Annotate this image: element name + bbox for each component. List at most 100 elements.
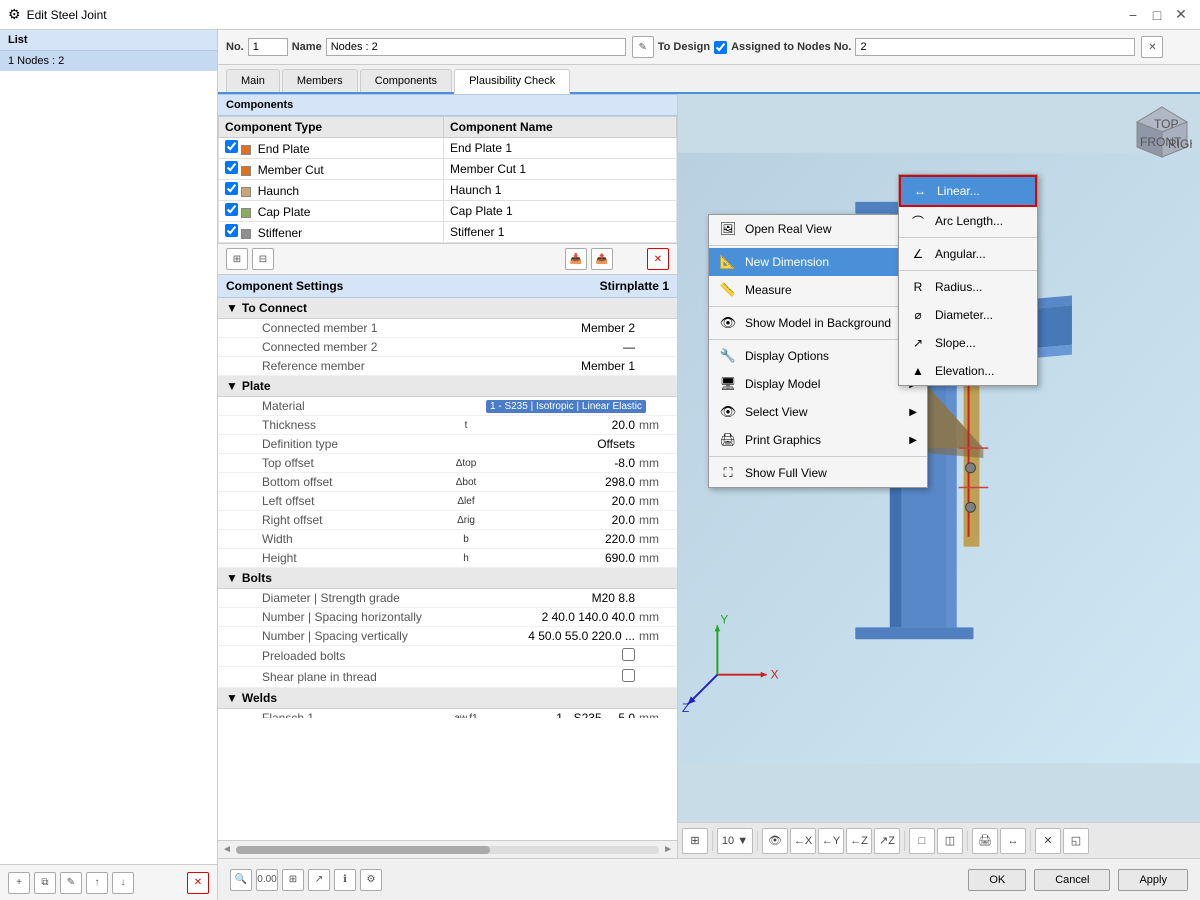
apply-button[interactable]: Apply [1118, 869, 1188, 891]
component-row[interactable]: Member Cut Member Cut 1 [219, 159, 677, 180]
cube-widget[interactable]: TOP FRONT RIGHT [1132, 102, 1192, 162]
group-label: To Connect [242, 301, 307, 315]
component-name-value: Stiffener 1 [450, 225, 504, 239]
item-sym: Δbot [446, 477, 486, 488]
component-row[interactable]: Haunch Haunch 1 [219, 180, 677, 201]
submenu-sep-2 [899, 270, 1037, 271]
tab-main[interactable]: Main [226, 69, 280, 92]
component-checkbox[interactable] [225, 203, 238, 216]
export-button[interactable]: 📤 [591, 248, 613, 270]
bt-view-button[interactable]: ⊞ [282, 869, 304, 891]
maximize-button[interactable]: □ [1146, 4, 1168, 26]
item-checkbox[interactable] [622, 648, 635, 661]
assigned-input[interactable] [855, 38, 1135, 56]
tab-members[interactable]: Members [282, 69, 358, 92]
item-sym: b [446, 534, 486, 545]
vp-z-button[interactable]: ←Z [846, 828, 872, 854]
expand-all-button[interactable]: ⊞ [226, 248, 248, 270]
vp-wire-button[interactable]: □ [909, 828, 935, 854]
group-to-connect[interactable]: ▼ To Connect [218, 298, 677, 319]
vp-fit-button[interactable]: ↔ [1000, 828, 1026, 854]
vp-iso-button[interactable]: ↗Z [874, 828, 900, 854]
item-unit: mm [639, 629, 669, 643]
menu-show-full-view[interactable]: ⛶ Show Full View [709, 459, 927, 487]
submenu-linear[interactable]: ↔ Linear... [899, 175, 1037, 207]
delete-button[interactable]: ✕ [187, 872, 209, 894]
submenu-arc-length[interactable]: ⌒ Arc Length... [899, 207, 1037, 235]
close-button[interactable]: ✕ [1170, 4, 1192, 26]
component-row[interactable]: Stiffener Stiffener 1 [219, 222, 677, 243]
name-edit-button[interactable]: ✎ [632, 36, 654, 58]
bt-search-button[interactable]: 🔍 [230, 869, 252, 891]
no-input[interactable] [248, 38, 288, 56]
col-header-name: Component Name [444, 117, 677, 138]
submenu-diameter[interactable]: ⌀ Diameter... [899, 301, 1037, 329]
to-design-checkbox[interactable] [714, 41, 727, 54]
minimize-button[interactable]: − [1122, 4, 1144, 26]
item-checkbox[interactable] [622, 669, 635, 682]
add-button[interactable]: + [8, 872, 30, 894]
vp-toggle-button[interactable]: ⊞ [682, 828, 708, 854]
menu-display-model[interactable]: 🖥 Display Model ▶ [709, 370, 927, 398]
name-label: Name [292, 41, 322, 53]
menu-open-real-view[interactable]: 🖼 Open Real View [709, 215, 927, 243]
item-label: Shear plane in thread [246, 670, 446, 684]
menu-select-view[interactable]: 👁 Select View ▶ [709, 398, 927, 426]
list-item[interactable]: 1 Nodes : 2 [0, 51, 217, 71]
vp-x-button[interactable]: ←X [790, 828, 816, 854]
bt-value-button[interactable]: 0.00 [256, 869, 278, 891]
settings-item: Left offset Δlef 20.0 mm [218, 492, 677, 511]
viewport[interactable]: X Y Z [678, 94, 1200, 858]
component-row[interactable]: Cap Plate Cap Plate 1 [219, 201, 677, 222]
cancel-button[interactable]: Cancel [1034, 869, 1110, 891]
vp-expand-button[interactable]: ◱ [1063, 828, 1089, 854]
bt-info-button[interactable]: ℹ [334, 869, 356, 891]
component-checkbox[interactable] [225, 140, 238, 153]
tab-components[interactable]: Components [360, 69, 452, 92]
submenu-elevation[interactable]: ▲ Elevation... [899, 357, 1037, 385]
submenu-angular[interactable]: ∠ Angular... [899, 240, 1037, 268]
vp-y-button[interactable]: ←Y [818, 828, 844, 854]
assigned-pick-button[interactable]: ✕ [1141, 36, 1163, 58]
submenu-slope[interactable]: ↗ Slope... [899, 329, 1037, 357]
menu-new-dimension[interactable]: 📐 New Dimension ▶ [709, 248, 927, 276]
menu-show-model-bg[interactable]: 👁 Show Model in Background [709, 309, 927, 337]
group-bolts[interactable]: ▼ Bolts [218, 568, 677, 589]
import-button[interactable]: 📥 [565, 248, 587, 270]
menu-print-graphics[interactable]: 🖨 Print Graphics ▶ [709, 426, 927, 454]
group-welds[interactable]: ▼ Welds [218, 688, 677, 709]
component-checkbox[interactable] [225, 224, 238, 237]
vp-eye-button[interactable]: 👁 [762, 828, 788, 854]
delete-comp-button[interactable]: ✕ [647, 248, 669, 270]
tab-plausibility-check[interactable]: Plausibility Check [454, 69, 570, 94]
group-plate[interactable]: ▼ Plate [218, 376, 677, 397]
no-label: No. [226, 41, 244, 53]
editor-toolbar-right: 📥 📤 ✕ [565, 248, 669, 270]
component-row[interactable]: End Plate End Plate 1 [219, 138, 677, 159]
submenu-radius[interactable]: R Radius... [899, 273, 1037, 301]
rename-button[interactable]: ✎ [60, 872, 82, 894]
name-input[interactable] [326, 38, 626, 56]
move-down-button[interactable]: ↓ [112, 872, 134, 894]
component-checkbox[interactable] [225, 161, 238, 174]
bt-calc-button[interactable]: ⚙ [360, 869, 382, 891]
item-value: 4 50.0 55.0 220.0 ... [486, 629, 639, 643]
vp-zoom-level[interactable]: 10 ▼ [717, 828, 753, 854]
menu-measure[interactable]: 📏 Measure ▶ [709, 276, 927, 304]
ok-button[interactable]: OK [968, 869, 1026, 891]
item-value: Member 2 [486, 321, 639, 335]
menu-display-options[interactable]: 🔧 Display Options ▶ [709, 342, 927, 370]
settings-scroll-area[interactable]: ▼ To Connect Connected member 1 Member 2… [218, 298, 677, 718]
vp-close-button[interactable]: ✕ [1035, 828, 1061, 854]
vp-print-button[interactable]: 🖨 [972, 828, 998, 854]
move-up-button[interactable]: ↑ [86, 872, 108, 894]
component-checkbox[interactable] [225, 182, 238, 195]
component-type-label: Stiffener [258, 226, 302, 240]
show-model-bg-icon: 👁 [719, 314, 737, 332]
duplicate-button[interactable]: ⧉ [34, 872, 56, 894]
collapse-all-button[interactable]: ⊟ [252, 248, 274, 270]
item-value [486, 669, 639, 685]
svg-text:X: X [771, 668, 779, 682]
vp-render-button[interactable]: ◫ [937, 828, 963, 854]
bt-export-button[interactable]: ↗ [308, 869, 330, 891]
